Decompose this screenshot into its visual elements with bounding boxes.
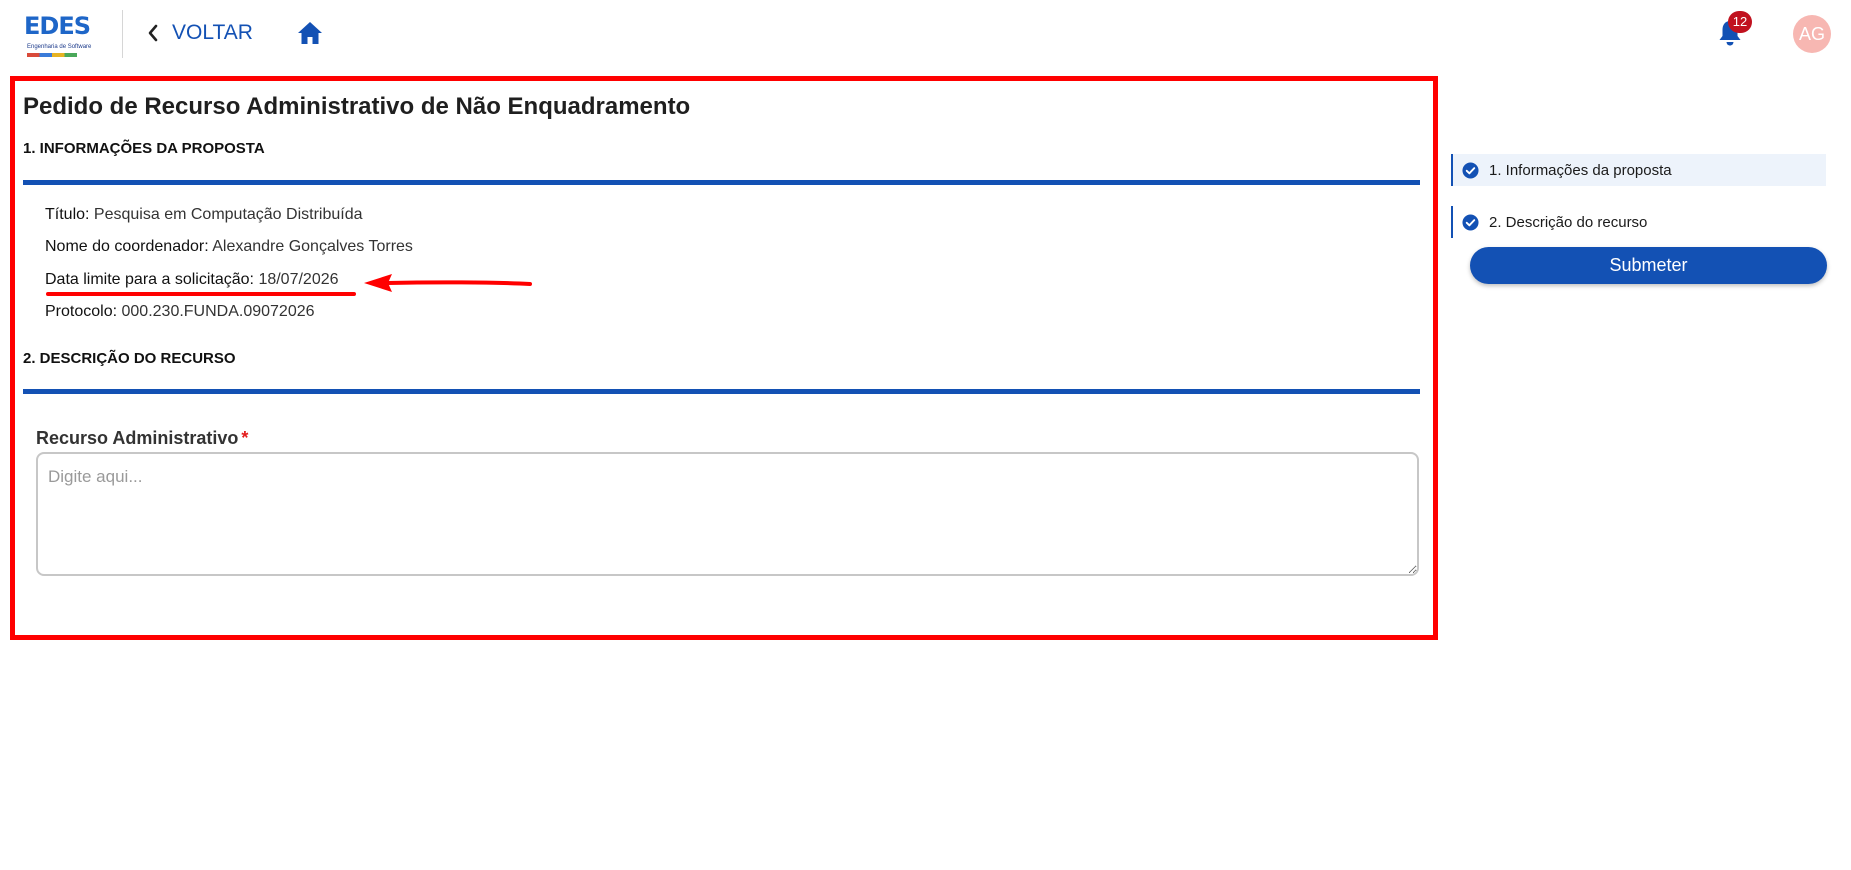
step-label: 1. Informações da proposta — [1489, 161, 1672, 179]
notification-badge: 12 — [1728, 11, 1752, 33]
section-divider — [23, 389, 1420, 394]
info-label: Data limite para a solicitação: — [45, 271, 254, 288]
info-row-coordinator: Nome do coordenador: Alexandre Gonçalves… — [45, 238, 413, 256]
logo-color-bars — [27, 53, 77, 57]
info-value: Alexandre Gonçalves Torres — [212, 238, 413, 255]
appeal-field-label: Recurso Administrativo * — [36, 428, 248, 449]
info-value: Pesquisa em Computação Distribuída — [93, 206, 363, 223]
logo-subtitle: Engenharia de Software — [27, 44, 92, 50]
annotation-underline — [46, 292, 356, 296]
annotation-arrow-icon — [364, 274, 532, 292]
required-marker: * — [241, 428, 249, 448]
info-value: 18/07/2026 — [258, 271, 339, 288]
logo-text: EDES — [24, 12, 91, 40]
info-label: Protocolo: — [45, 303, 118, 320]
top-bar: EDES Engenharia de Software VOLTAR 12 AG — [0, 0, 1851, 66]
info-row-protocol: Protocolo: 000.230.FUNDA.09072026 — [45, 303, 315, 321]
info-label: Nome do coordenador: — [45, 238, 209, 255]
section-heading-appeal-description: 2. DESCRIÇÃO DO RECURSO — [23, 350, 236, 367]
info-row-title: Título: Pesquisa em Computação Distribuí… — [45, 206, 363, 224]
step-proposal-info[interactable]: 1. Informações da proposta — [1451, 154, 1826, 186]
submit-button[interactable]: Submeter — [1470, 247, 1827, 284]
check-circle-icon — [1462, 213, 1479, 231]
section-divider — [23, 180, 1420, 185]
page-title: Pedido de Recurso Administrativo de Não … — [23, 93, 691, 120]
chevron-left-icon — [148, 24, 158, 42]
appeal-field-label-text: Recurso Administrativo — [36, 428, 239, 448]
step-appeal-description[interactable]: 2. Descrição do recurso — [1451, 206, 1826, 238]
section-heading-proposal-info: 1. INFORMAÇÕES DA PROPOSTA — [23, 140, 265, 157]
check-circle-icon — [1462, 161, 1479, 179]
header-divider — [122, 10, 123, 58]
avatar[interactable]: AG — [1793, 15, 1831, 53]
back-button-label: VOLTAR — [172, 21, 253, 44]
back-button[interactable]: VOLTAR — [146, 18, 253, 48]
info-value: 000.230.FUNDA.09072026 — [121, 303, 315, 320]
step-label: 2. Descrição do recurso — [1489, 213, 1648, 231]
info-row-deadline: Data limite para a solicitação: 18/07/20… — [45, 271, 339, 289]
home-icon[interactable] — [296, 19, 324, 47]
edes-logo[interactable]: EDES Engenharia de Software — [16, 6, 92, 60]
info-label: Título: — [45, 206, 90, 223]
appeal-textarea[interactable] — [36, 452, 1419, 576]
